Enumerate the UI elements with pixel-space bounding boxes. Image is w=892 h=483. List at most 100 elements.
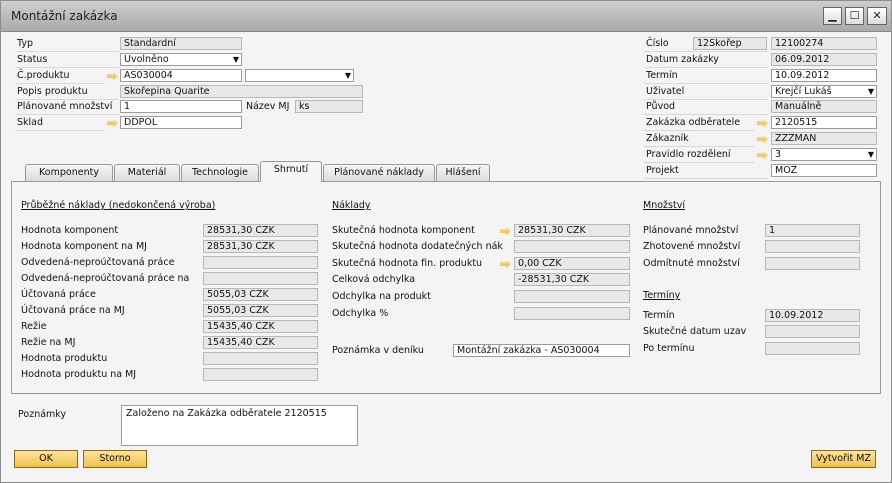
row-value[interactable] bbox=[203, 272, 318, 285]
row-value[interactable]: 0,00 CZK bbox=[514, 257, 630, 270]
sales-order-field[interactable]: 2120515 bbox=[771, 116, 877, 129]
user-select[interactable]: Krejčí Lukáš ▼ bbox=[771, 85, 877, 98]
divider bbox=[15, 130, 105, 131]
planned-quantity-field[interactable]: 1 bbox=[120, 100, 242, 113]
uom-field[interactable]: ks bbox=[295, 100, 363, 113]
minimize-icon[interactable]: ▁ bbox=[823, 7, 842, 25]
user-value: Krejčí Lukáš bbox=[775, 86, 832, 97]
number-label: Číslo bbox=[646, 38, 669, 49]
distribution-rule-label: Pravidlo rozdělení bbox=[646, 149, 731, 160]
quantity-title: Množství bbox=[643, 200, 685, 211]
row-value[interactable] bbox=[203, 368, 318, 381]
typ-field[interactable]: Standardní bbox=[120, 37, 242, 50]
window: Montážní zakázka ▁ ☐ ✕ Typ Standardní St… bbox=[0, 0, 892, 483]
series-field[interactable]: 12Skořep bbox=[693, 37, 767, 50]
cancel-button[interactable]: Storno bbox=[83, 450, 147, 468]
title-bar: Montážní zakázka ▁ ☐ ✕ bbox=[1, 1, 891, 32]
row-value[interactable] bbox=[514, 307, 630, 320]
row-value[interactable]: 28531,30 CZK bbox=[203, 240, 318, 253]
journal-note-label: Poznámka v deníku bbox=[332, 345, 424, 356]
close-icon[interactable]: ✕ bbox=[867, 7, 887, 25]
row-label: Skutečné datum uzav bbox=[643, 326, 747, 337]
order-date-field[interactable]: 06.09.2012 bbox=[771, 53, 877, 66]
row-value[interactable]: 15435,40 CZK bbox=[203, 320, 318, 333]
customer-field[interactable]: ZZZMAN bbox=[771, 132, 877, 145]
row-label: Odchylka na produkt bbox=[332, 291, 431, 302]
row-value[interactable] bbox=[765, 342, 860, 355]
row-value[interactable] bbox=[765, 240, 860, 253]
row-value[interactable]: 5055,03 CZK bbox=[203, 304, 318, 317]
row-label: Celková odchylka bbox=[332, 274, 416, 285]
distribution-rule-select[interactable]: 3 ▼ bbox=[771, 148, 877, 161]
warehouse-field[interactable]: DDPOL bbox=[120, 116, 242, 129]
warehouse-label: Sklad bbox=[17, 117, 44, 128]
link-arrow-icon[interactable] bbox=[757, 135, 768, 143]
order-date-label: Datum zakázky bbox=[646, 54, 719, 65]
row-label: Hodnota produktu na MJ bbox=[21, 369, 137, 380]
divider bbox=[644, 51, 768, 52]
row-value[interactable]: 1 bbox=[765, 224, 860, 237]
tab-summary[interactable]: Shrnutí bbox=[260, 161, 322, 182]
product-number-field[interactable]: AS030004 bbox=[120, 69, 242, 82]
divider bbox=[644, 99, 768, 100]
tab-technology[interactable]: Technologie bbox=[181, 164, 259, 181]
tab-planned-costs[interactable]: Plánované náklady bbox=[323, 164, 435, 181]
tab-reports[interactable]: Hlášení bbox=[436, 164, 490, 181]
row-label: Odchylka % bbox=[332, 308, 389, 319]
row-value[interactable]: 28531,30 CZK bbox=[203, 224, 318, 237]
row-value[interactable]: -28531,30 CZK bbox=[514, 273, 630, 286]
row-value[interactable] bbox=[765, 257, 860, 270]
divider bbox=[644, 162, 754, 163]
tab-components[interactable]: Komponenty bbox=[25, 164, 113, 181]
due-date-label: Termín bbox=[646, 70, 678, 81]
tab-material[interactable]: Materiál bbox=[114, 164, 180, 181]
divider bbox=[15, 99, 119, 100]
row-value[interactable]: 15435,40 CZK bbox=[203, 336, 318, 349]
divider bbox=[644, 67, 768, 68]
chevron-down-icon[interactable]: ▼ bbox=[345, 70, 351, 81]
link-arrow-icon[interactable] bbox=[757, 119, 768, 127]
dates-title: Termíny bbox=[643, 290, 681, 301]
maximize-icon[interactable]: ☐ bbox=[845, 7, 864, 25]
summary-panel bbox=[11, 181, 881, 394]
row-value[interactable]: 5055,03 CZK bbox=[203, 288, 318, 301]
product-description-label: Popis produktu bbox=[17, 86, 88, 97]
status-select[interactable]: Uvolněno ▼ bbox=[120, 53, 242, 66]
chevron-down-icon[interactable]: ▼ bbox=[233, 54, 239, 65]
row-label: Hodnota produktu bbox=[21, 353, 108, 364]
row-value[interactable] bbox=[514, 290, 630, 303]
link-arrow-icon[interactable] bbox=[757, 151, 768, 159]
product-description-field[interactable]: Skořepina Quarite bbox=[120, 85, 363, 98]
row-value[interactable] bbox=[203, 352, 318, 365]
costs-title: Náklady bbox=[332, 200, 371, 211]
chevron-down-icon[interactable]: ▼ bbox=[868, 149, 874, 160]
row-value[interactable]: 10.09.2012 bbox=[765, 309, 860, 322]
wip-costs-title: Průběžné náklady (nedokončená výroba) bbox=[21, 200, 216, 211]
project-field[interactable]: MOZ bbox=[771, 164, 877, 177]
row-value[interactable]: 28531,30 CZK bbox=[514, 224, 630, 237]
link-arrow-icon[interactable] bbox=[107, 72, 118, 80]
divider bbox=[644, 83, 768, 84]
origin-field[interactable]: Manuálně bbox=[771, 100, 877, 113]
journal-note-field[interactable]: Montážní zakázka - AS030004 bbox=[453, 344, 630, 357]
divider bbox=[15, 83, 105, 84]
product-extra-select[interactable]: ▼ bbox=[245, 69, 354, 82]
number-field[interactable]: 12100274 bbox=[771, 37, 877, 50]
row-label: Režie bbox=[21, 321, 47, 332]
divider bbox=[644, 130, 754, 131]
row-value[interactable] bbox=[514, 240, 630, 253]
user-label: Uživatel bbox=[646, 86, 685, 97]
status-value: Uvolněno bbox=[124, 54, 169, 65]
link-arrow-icon[interactable] bbox=[107, 119, 118, 127]
divider bbox=[15, 51, 119, 52]
row-label: Účtovaná práce bbox=[21, 289, 96, 300]
row-value[interactable] bbox=[203, 256, 318, 269]
remarks-textarea[interactable]: Založeno na Zakázka odběratele 2120515 bbox=[121, 405, 358, 446]
row-value[interactable] bbox=[765, 325, 860, 338]
divider bbox=[644, 114, 768, 115]
ok-button[interactable]: OK bbox=[14, 450, 78, 468]
due-date-field[interactable]: 10.09.2012 bbox=[771, 69, 877, 82]
create-assembly-order-button[interactable]: Vytvořit MZ bbox=[811, 450, 876, 468]
chevron-down-icon[interactable]: ▼ bbox=[868, 86, 874, 97]
divider bbox=[15, 114, 119, 115]
